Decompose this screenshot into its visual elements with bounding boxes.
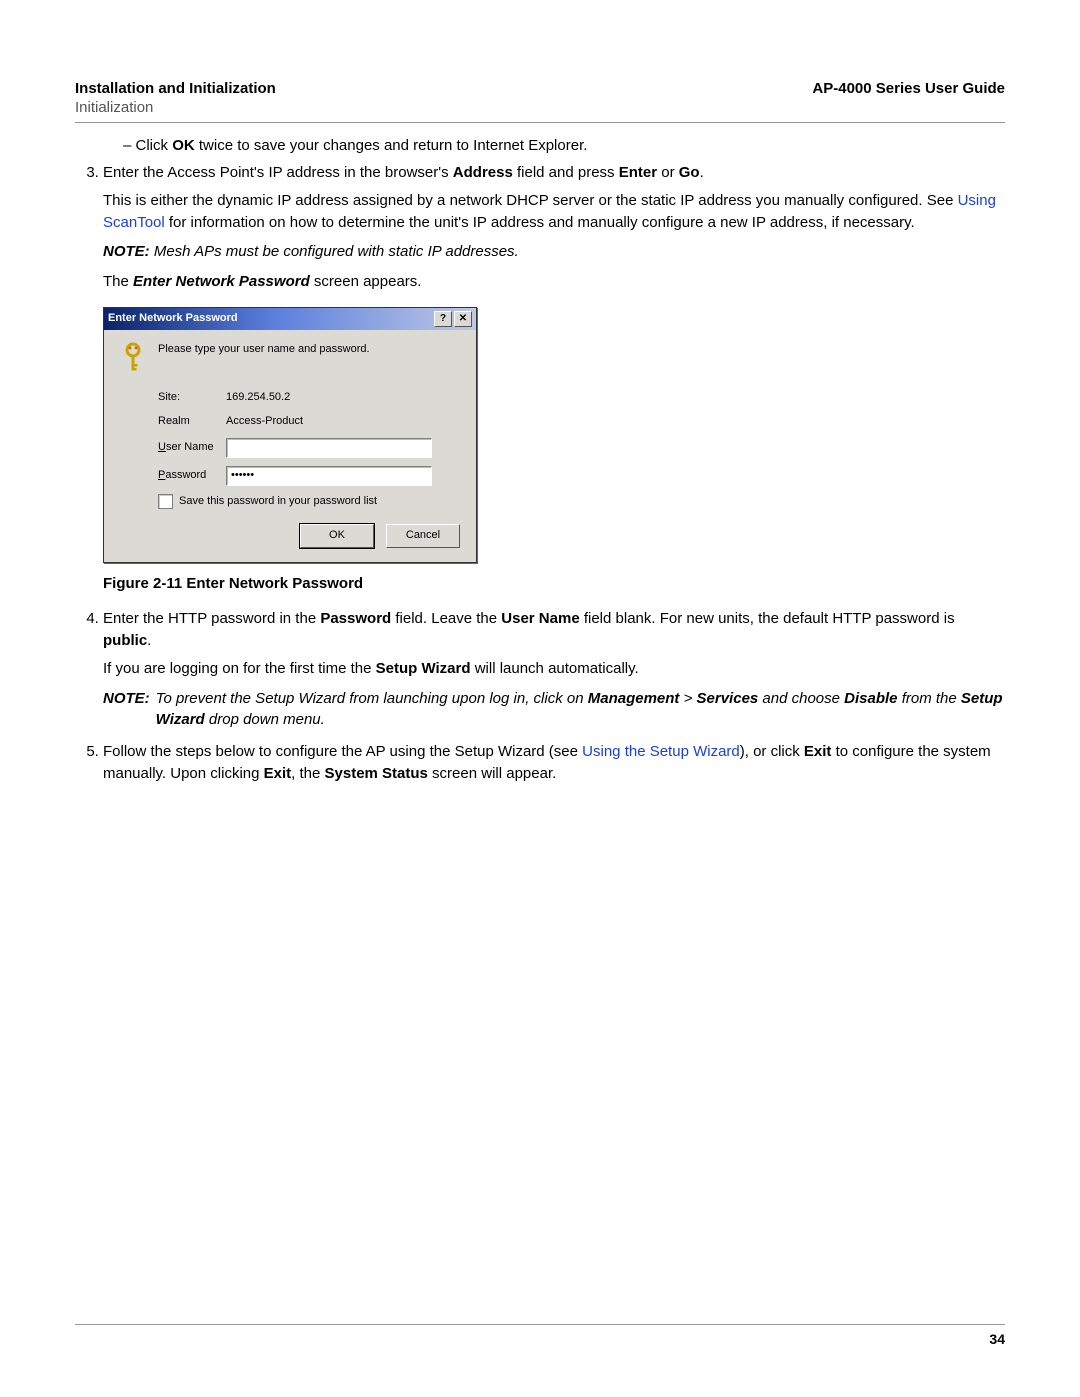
doc-title: AP-4000 Series User Guide	[812, 80, 1005, 97]
section-title: Installation and Initialization	[75, 80, 276, 97]
footer-rule	[75, 1324, 1005, 1325]
enter-network-password-dialog: Enter Network Password ? ✕	[103, 307, 477, 563]
step-4-wizard: If you are logging on for the first time…	[103, 658, 1005, 680]
save-password-checkbox[interactable]	[158, 494, 173, 509]
dialog-instruction: Please type your user name and password.	[158, 342, 370, 358]
save-password-label: Save this password in your password list	[179, 494, 377, 510]
site-value: 169.254.50.2	[226, 390, 290, 406]
step-4-note: NOTE: To prevent the Setup Wizard from l…	[103, 688, 1005, 732]
page-header: Installation and Initialization Initiali…	[75, 80, 1005, 116]
cancel-button[interactable]: Cancel	[386, 524, 460, 548]
key-icon	[120, 342, 148, 376]
step-3: Enter the Access Point's IP address in t…	[103, 162, 1005, 594]
realm-label: Realm	[158, 414, 226, 430]
step-3-desc: This is either the dynamic IP address as…	[103, 190, 1005, 234]
site-label: Site:	[158, 390, 226, 406]
subsection: Initialization	[75, 99, 276, 116]
link-using-setup-wizard[interactable]: Using the Setup Wizard	[582, 743, 740, 760]
figure-caption: Figure 2-11 Enter Network Password	[103, 573, 1005, 595]
password-input[interactable]: ••••••	[226, 466, 432, 486]
step-5: Follow the steps below to configure the …	[103, 741, 1005, 785]
sub-bullet-list: Click OK twice to save your changes and …	[123, 137, 1005, 154]
dialog-close-button[interactable]: ✕	[454, 311, 472, 327]
list-item: Click OK twice to save your changes and …	[123, 137, 1005, 154]
page-footer: 34	[75, 1324, 1005, 1347]
username-input[interactable]	[226, 438, 432, 458]
password-label: Password	[158, 468, 226, 484]
step-3-after-note: The Enter Network Password screen appear…	[103, 271, 1005, 293]
dialog-titlebar: Enter Network Password ? ✕	[104, 308, 476, 330]
step-4: Enter the HTTP password in the Password …	[103, 608, 1005, 731]
page-number: 34	[75, 1331, 1005, 1347]
ok-button[interactable]: OK	[300, 524, 374, 548]
header-rule	[75, 122, 1005, 123]
dialog-help-button[interactable]: ?	[434, 311, 452, 327]
realm-value: Access-Product	[226, 414, 303, 430]
username-label: User Name	[158, 440, 226, 456]
ordered-steps: Enter the Access Point's IP address in t…	[75, 162, 1005, 785]
dialog-title-text: Enter Network Password	[108, 311, 238, 327]
step-3-note: NOTE: Mesh APs must be configured with s…	[103, 241, 1005, 263]
